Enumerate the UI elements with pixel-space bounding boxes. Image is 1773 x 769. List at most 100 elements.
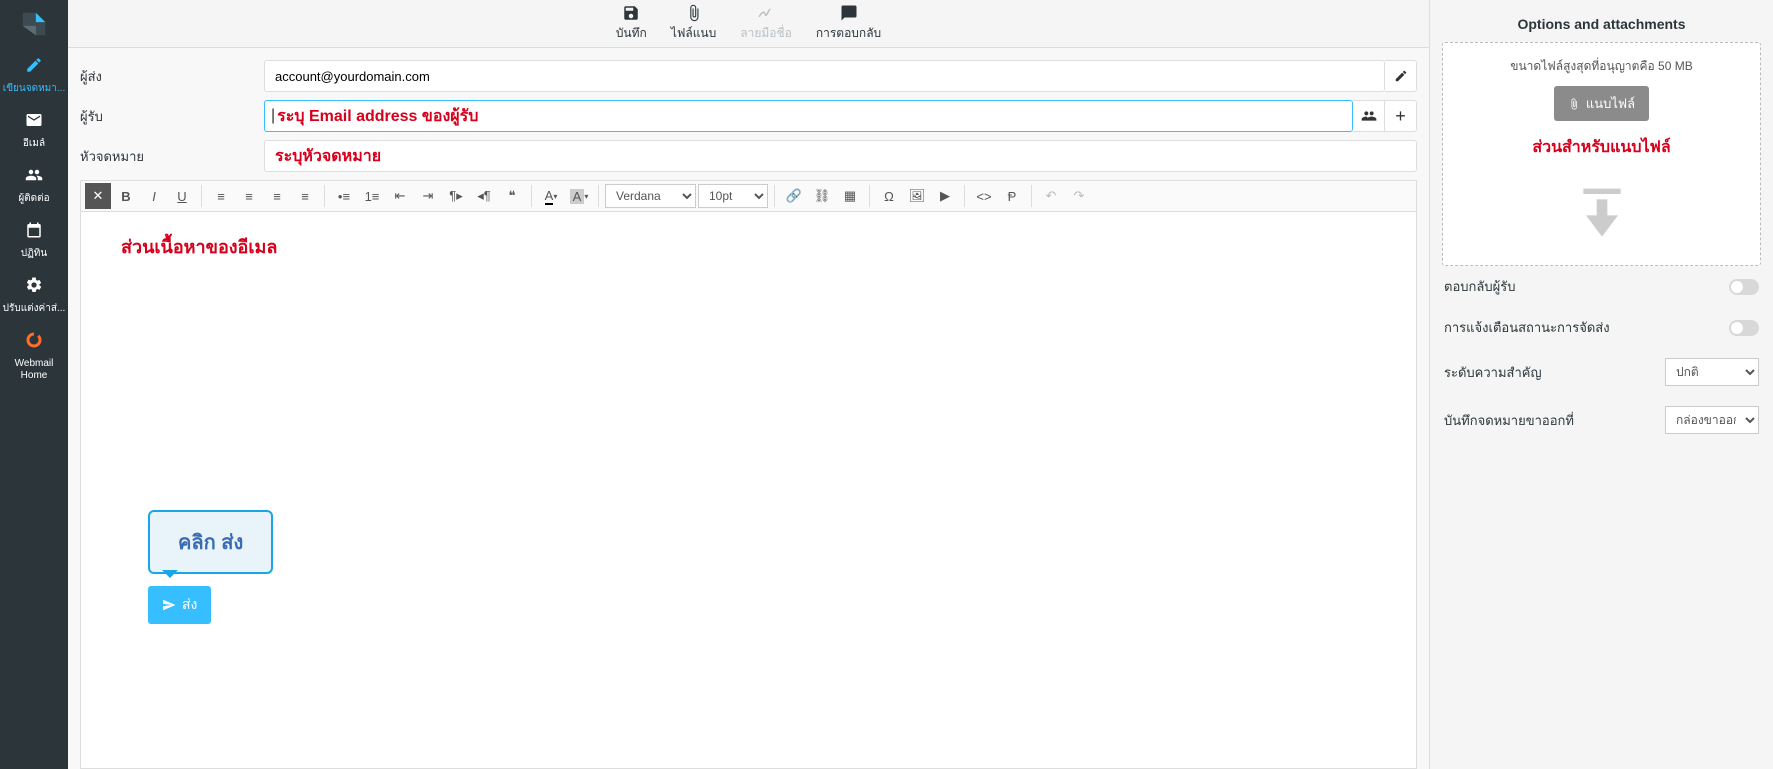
sidebar-item-label: เขียนจดหมา... (2, 83, 66, 95)
from-label: ผู้ส่ง (80, 66, 264, 87)
editor-table-button[interactable]: ▦ (837, 183, 863, 209)
editor-find-button[interactable]: Ᵽ (999, 183, 1025, 209)
attach-icon (1568, 98, 1580, 110)
editor-image-button[interactable]: 🖼 (904, 183, 930, 209)
redo-icon: ↷ (1074, 188, 1085, 204)
align-right-icon: ≡ (273, 189, 281, 204)
editor-unlink-button[interactable]: ⛓ (809, 183, 835, 209)
editor-ltr-button[interactable]: ¶▸ (443, 183, 469, 209)
sidebar-item-calendar[interactable]: ปฏิทิน (0, 213, 68, 268)
delivery-status-toggle[interactable] (1729, 320, 1759, 336)
editor-align-left-button[interactable]: ≡ (208, 183, 234, 209)
store-sent-select[interactable]: กล่องขาออก (1665, 406, 1759, 434)
main-area: บันทึก ไฟล์แนบ ลายมือชื่อ การตอบกลับ ผู้… (68, 0, 1429, 769)
add-recipient-button[interactable]: + (1385, 100, 1417, 132)
editor-source-button[interactable]: ✕ (85, 183, 111, 209)
paragraph-ltr-icon: ¶▸ (449, 188, 463, 204)
bold-icon: B (121, 189, 130, 204)
from-row: ผู้ส่ง (80, 60, 1417, 92)
body-hint-annotation: ส่วนเนื้อหาของอีเมล (121, 237, 277, 257)
editor-media-button[interactable]: ▶ (932, 183, 958, 209)
plus-icon: + (1395, 107, 1406, 125)
editor-number-list-button[interactable]: 1≡ (359, 183, 385, 209)
image-icon: 🖼 (909, 188, 926, 204)
compose-area: ผู้ส่ง ผู้รับ | ระบุ Email address ของผู… (68, 48, 1429, 769)
option-label: ตอบกลับผู้รับ (1444, 276, 1515, 297)
toolbar-attach[interactable]: ไฟล์แนบ (671, 4, 716, 43)
outdent-icon: ⇤ (395, 188, 406, 204)
editor-align-right-button[interactable]: ≡ (264, 183, 290, 209)
top-toolbar: บันทึก ไฟล์แนบ ลายมือชื่อ การตอบกลับ (68, 0, 1429, 48)
underline-icon: U (177, 189, 186, 204)
sidebar-item-webmail-home[interactable]: Webmail Home (0, 323, 68, 390)
editor-underline-button[interactable]: U (169, 183, 195, 209)
editor-bold-button[interactable]: B (113, 183, 139, 209)
editor-align-center-button[interactable]: ≡ (236, 183, 262, 209)
editor-rtl-button[interactable]: ◂¶ (471, 183, 497, 209)
add-contact-button[interactable] (1353, 100, 1385, 132)
editor-code-button[interactable]: <> (971, 183, 997, 209)
editor-undo-button[interactable]: ↶ (1038, 183, 1064, 209)
close-icon: ✕ (93, 188, 104, 204)
sidebar-item-settings[interactable]: ปรับแต่งค่าส่... (0, 268, 68, 323)
option-reply-to: ตอบกลับผู้รับ (1442, 266, 1761, 307)
attach-icon (685, 4, 703, 22)
editor-italic-button[interactable]: I (141, 183, 167, 209)
editor-backcolor-button[interactable]: A▾ (566, 183, 592, 209)
send-button[interactable]: ส่ง (148, 586, 211, 624)
sidebar-item-contacts[interactable]: ผู้ติดต่อ (0, 158, 68, 213)
sidebar-item-label: Webmail Home (2, 358, 66, 382)
editor-body[interactable]: ส่วนเนื้อหาของอีเมล (80, 212, 1417, 769)
editor-special-char-button[interactable]: Ω (876, 183, 902, 209)
toolbar-label: ไฟล์แนบ (671, 24, 716, 43)
editor-indent-button[interactable]: ⇥ (415, 183, 441, 209)
sidebar-item-label: ปรับแต่งค่าส่... (2, 303, 66, 315)
mail-icon (25, 111, 43, 134)
sidebar-item-mail[interactable]: อีเมล์ (0, 103, 68, 158)
reply-to-toggle[interactable] (1729, 279, 1759, 295)
editor-fontfamily-select[interactable]: Verdana (605, 184, 696, 208)
editor-toolbar: ✕ B I U ≡ ≡ ≡ ≡ •≡ 1≡ ⇤ ⇥ ¶▸ ◂¶ ❝ A▾ A▾ … (80, 180, 1417, 212)
download-icon (1455, 178, 1748, 247)
attachment-note: ส่วนสำหรับแนบไฟล์ (1455, 135, 1748, 160)
to-label: ผู้รับ (80, 106, 264, 127)
subject-input[interactable]: ระบุหัวจดหมาย (264, 140, 1417, 172)
toolbar-label: บันทึก (616, 24, 647, 43)
align-left-icon: ≡ (217, 189, 225, 204)
sidebar-item-label: อีเมล์ (2, 138, 66, 150)
toolbar-signature: ลายมือชื่อ (740, 4, 792, 43)
attachment-dropzone[interactable]: ขนาดไฟล์สูงสุดที่อนุญาตคือ 50 MB แนบไฟล์… (1442, 42, 1761, 266)
editor-outdent-button[interactable]: ⇤ (387, 183, 413, 209)
forecolor-icon: A (545, 188, 554, 205)
media-icon: ▶ (940, 188, 950, 204)
gear-icon (25, 276, 43, 299)
toolbar-save[interactable]: บันทึก (616, 4, 647, 43)
edit-identity-button[interactable] (1385, 60, 1417, 92)
calendar-icon (25, 221, 43, 244)
editor-link-button[interactable]: 🔗 (781, 183, 807, 209)
editor-forecolor-button[interactable]: A▾ (538, 183, 564, 209)
backcolor-icon: A (570, 189, 585, 204)
editor-blockquote-button[interactable]: ❝ (499, 183, 525, 209)
editor-fontsize-select[interactable]: 10pt (698, 184, 768, 208)
attach-file-button[interactable]: แนบไฟล์ (1554, 86, 1649, 121)
to-input[interactable]: | ระบุ Email address ของผู้รับ (264, 100, 1353, 132)
find-icon: Ᵽ (1008, 189, 1017, 204)
right-panel-title: Options and attachments (1442, 12, 1761, 42)
quote-icon: ❝ (509, 188, 516, 204)
toolbar-reply[interactable]: การตอบกลับ (816, 4, 881, 43)
editor-redo-button[interactable]: ↷ (1066, 183, 1092, 209)
undo-icon: ↶ (1046, 188, 1057, 204)
sidebar-item-compose[interactable]: เขียนจดหมา... (0, 48, 68, 103)
priority-select[interactable]: ปกติ (1665, 358, 1759, 386)
bullet-list-icon: •≡ (338, 189, 350, 204)
send-icon (162, 598, 176, 612)
send-callout: คลิก ส่ง (148, 510, 273, 574)
from-input[interactable] (264, 60, 1385, 92)
signature-icon (757, 4, 775, 22)
italic-icon: I (152, 189, 156, 204)
editor-bullet-list-button[interactable]: •≡ (331, 183, 357, 209)
link-icon: 🔗 (786, 188, 802, 204)
subject-label: หัวจดหมาย (80, 146, 264, 167)
editor-align-justify-button[interactable]: ≡ (292, 183, 318, 209)
